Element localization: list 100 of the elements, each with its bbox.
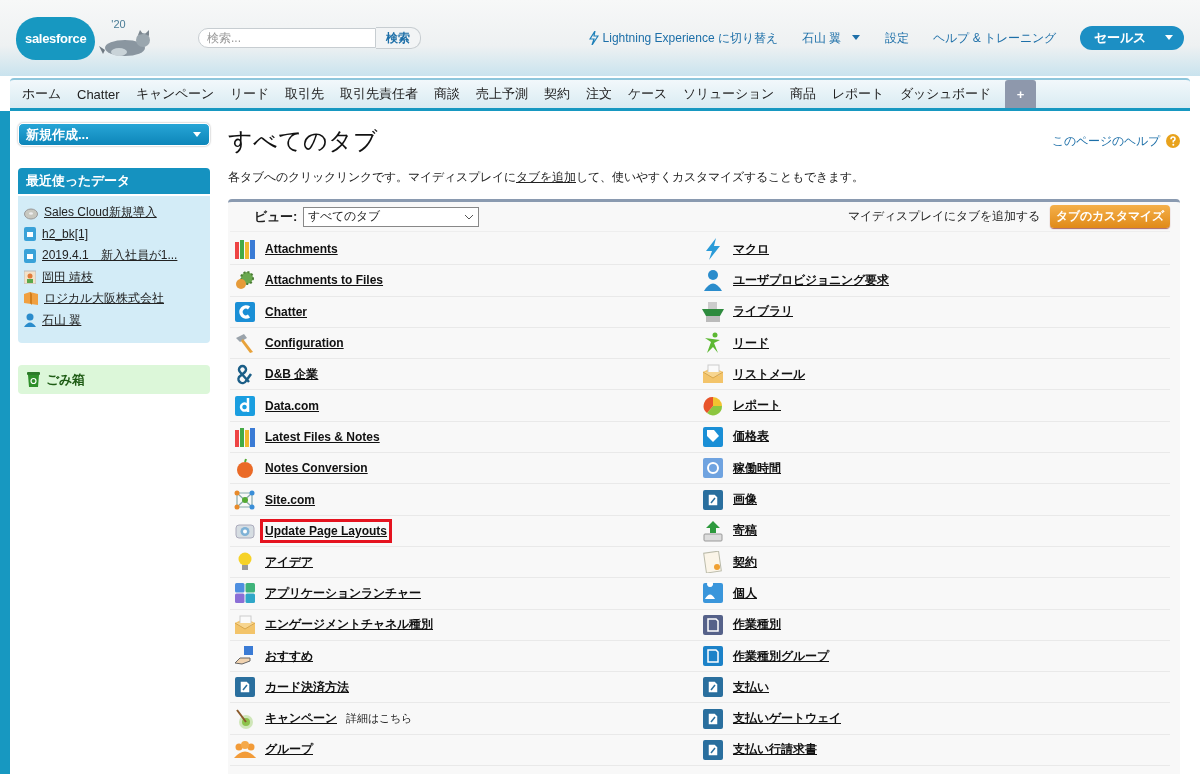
tab-link[interactable]: エンゲージメントチャネル種別 xyxy=(260,611,438,639)
tab-link[interactable]: ユーザプロビジョニング要求 xyxy=(728,266,894,294)
contact-card-icon xyxy=(24,270,36,285)
nav-tab[interactable]: 取引先責任者 xyxy=(331,80,426,108)
lightning-icon xyxy=(588,31,599,45)
tab-link[interactable]: リストメール xyxy=(728,360,810,388)
bars-icon xyxy=(234,238,256,261)
person-icon xyxy=(702,269,724,292)
app-tile-icon xyxy=(234,300,256,323)
tab-link[interactable]: Update Page Layouts xyxy=(260,518,393,543)
recent-items-header: 最近使ったデータ xyxy=(18,168,210,194)
tab-link[interactable]: 価格表 xyxy=(728,423,774,451)
page-description: 各タブへのクリックリンクです。マイディスプレイにタブを追加 して、使いやすくカスタマイズすることもできます。 xyxy=(228,169,865,186)
trash-icon xyxy=(27,372,40,387)
tab-link[interactable]: レポート xyxy=(728,392,786,420)
tab-link[interactable]: おすすめ xyxy=(260,642,318,670)
view-label: ビュー: xyxy=(254,207,298,226)
people-icon xyxy=(234,738,256,761)
help-link[interactable]: このページのヘルプ xyxy=(1052,132,1160,150)
recent-item-link[interactable]: h2_bk[1] xyxy=(42,227,89,242)
target-icon xyxy=(234,707,256,730)
tab-link[interactable]: リード xyxy=(728,329,774,357)
header-link[interactable]: ヘルプ & トレーニング xyxy=(933,29,1056,47)
user-menu[interactable]: 石山 翼 xyxy=(802,29,862,47)
search-field[interactable]: 検索... xyxy=(198,28,376,48)
tab-link[interactable]: Latest Files & Notes xyxy=(260,424,385,449)
tab-link[interactable]: ライブラリ xyxy=(728,298,798,326)
header-link[interactable]: 設定 xyxy=(885,29,910,47)
nav-tab[interactable]: 取引先 xyxy=(276,80,332,108)
nav-tab[interactable]: 契約 xyxy=(535,80,578,108)
clock-tile-icon xyxy=(702,457,724,480)
tab-link[interactable]: 支払い行請求書 xyxy=(728,736,822,764)
folder-icon xyxy=(24,292,38,306)
nav-tab[interactable]: 売上予測 xyxy=(467,80,536,108)
tab-link[interactable]: 支払い xyxy=(728,673,774,701)
disc-icon xyxy=(24,205,38,220)
tab-link[interactable]: Chatter xyxy=(260,299,312,324)
nav-tab[interactable]: リード xyxy=(221,80,277,108)
tab-link[interactable]: 支払いゲートウェイ xyxy=(728,705,846,733)
caret-icon xyxy=(192,131,202,138)
nav-tab[interactable]: 商品 xyxy=(781,80,824,108)
recent-item-link[interactable]: 石山 翼 xyxy=(42,311,82,329)
tab-link[interactable]: D&B 企業 xyxy=(260,360,324,388)
network-icon xyxy=(234,488,256,511)
recent-item-link[interactable]: 岡田 靖枝 xyxy=(42,268,94,286)
nav-tab[interactable]: キャンペーン xyxy=(127,80,222,108)
upload-icon xyxy=(702,519,724,542)
envelope-icon xyxy=(702,363,724,386)
nav-tab[interactable]: ケース xyxy=(619,80,675,108)
apple-icon xyxy=(234,457,256,480)
tab-link[interactable]: 作業種別 xyxy=(728,611,786,639)
tab-link[interactable]: キャンペーン xyxy=(260,705,342,733)
tab-link[interactable]: 画像 xyxy=(728,486,762,513)
recent-item-link[interactable]: Sales Cloud新規導入 xyxy=(44,204,157,222)
document-tile-icon xyxy=(702,645,724,667)
gear-icon xyxy=(234,269,256,292)
search-button[interactable]: 検索 xyxy=(376,27,421,49)
app-menu-button[interactable]: セールス xyxy=(1080,26,1184,50)
tab-link[interactable]: アプリケーションランチャー xyxy=(260,579,426,607)
switch-link[interactable]: Lightning Experience に切り替え xyxy=(588,29,778,47)
tab-link[interactable]: 個人 xyxy=(728,579,762,607)
nav-tab[interactable]: ソリューション xyxy=(674,80,782,108)
bars-icon xyxy=(234,425,256,448)
tab-link[interactable]: 稼働時間 xyxy=(728,454,786,482)
tab-link[interactable]: アイデア xyxy=(260,548,318,576)
nav-tab[interactable]: レポート xyxy=(823,80,892,108)
app-tile-icon xyxy=(234,394,256,417)
nav-tab[interactable]: 注文 xyxy=(577,80,620,108)
recent-item-link[interactable]: 2019.4.1 新入社員が1... xyxy=(42,247,178,265)
tab-link[interactable]: 作業種別グループ xyxy=(728,642,834,670)
tab-link[interactable]: 契約 xyxy=(728,548,762,576)
recycle-bin-link[interactable]: ごみ箱 xyxy=(46,370,85,389)
nav-tab[interactable]: Chatter xyxy=(69,80,128,108)
nav-tab[interactable]: ホーム xyxy=(14,80,69,108)
tab-link[interactable]: Notes Conversion xyxy=(260,456,373,481)
view-hint: マイディスプレイにタブを追加する xyxy=(848,208,1040,225)
tab-link[interactable]: Configuration xyxy=(260,331,349,356)
tab-link[interactable]: Attachments to Files xyxy=(260,268,389,293)
person-icon xyxy=(24,313,36,328)
chevron-icon xyxy=(464,213,475,220)
printer-icon xyxy=(702,300,724,323)
tab-link[interactable]: 寄稿 xyxy=(728,517,762,545)
add-tab-link[interactable]: タブを追加 xyxy=(516,170,576,184)
tab-link[interactable]: マクロ xyxy=(728,235,774,263)
details-note: 詳細はこちら xyxy=(346,711,412,727)
envelope-icon xyxy=(234,613,256,636)
nav-tab[interactable]: ダッシュボード xyxy=(891,80,999,108)
caret-icon xyxy=(851,35,862,41)
tab-link[interactable]: Site.com xyxy=(260,487,320,512)
view-select[interactable]: すべてのタブ xyxy=(303,206,480,227)
hammer-icon xyxy=(234,332,256,355)
help-icon[interactable] xyxy=(1166,134,1180,148)
pie-icon xyxy=(702,394,724,417)
recent-item-link[interactable]: ロジカル大阪株式会社 xyxy=(44,290,164,308)
document-icon xyxy=(24,248,36,263)
tab-link[interactable]: カード決済方法 xyxy=(260,673,354,701)
tab-link[interactable]: Data.com xyxy=(260,393,325,418)
nav-tab[interactable]: 商談 xyxy=(425,80,468,108)
tab-link[interactable]: Attachments xyxy=(260,237,343,262)
tab-link[interactable]: グループ xyxy=(260,736,318,764)
